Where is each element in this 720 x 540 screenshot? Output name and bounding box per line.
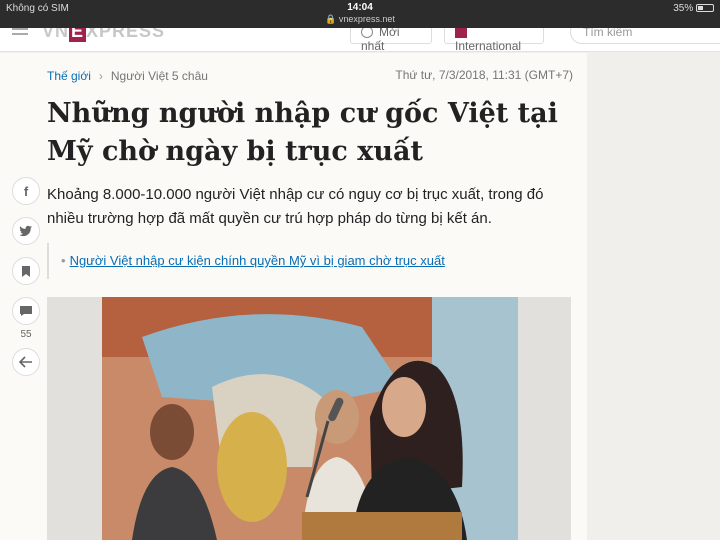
site-logo[interactable]: VN E XPRESS	[42, 28, 165, 42]
photo-illustration	[102, 297, 518, 540]
bullet: •	[61, 253, 66, 268]
article-panel: Thế giới › Người Việt 5 châu Thứ tư, 7/3/2…	[0, 53, 587, 540]
lock-icon: 🔒	[325, 14, 337, 24]
international-logo-icon	[455, 28, 467, 38]
top-navigation: VN E XPRESS Mới nhất International Tìm kiế…	[0, 28, 720, 52]
url-text: vnexpress.net	[338, 14, 395, 24]
twitter-icon[interactable]	[12, 217, 40, 245]
clock-icon	[361, 28, 373, 38]
related-article: • Người Việt nhập cư kiện chính quyền Mỹ …	[47, 243, 567, 279]
search-input[interactable]: Tìm kiếm	[570, 28, 720, 44]
latest-news-button[interactable]: Mới nhất	[350, 28, 432, 51]
social-share-bar: f 55	[12, 177, 40, 388]
breadcrumb: Thế giới › Người Việt 5 châu	[47, 69, 208, 83]
battery-percent: 35%	[673, 3, 694, 14]
battery-status: 35%	[673, 3, 714, 14]
url-bar[interactable]: 🔒 vnexpress.net	[0, 14, 720, 25]
back-arrow-icon[interactable]	[12, 348, 40, 376]
international-label: International	[455, 39, 522, 52]
comment-icon[interactable]	[12, 297, 40, 325]
comments-count: 55	[20, 329, 32, 340]
bookmark-icon[interactable]	[12, 257, 40, 285]
clock: 14:04	[347, 2, 373, 13]
battery-icon	[696, 4, 714, 13]
article-photo[interactable]	[47, 297, 571, 540]
hamburger-menu-icon[interactable]	[12, 28, 28, 38]
breadcrumb-category[interactable]: Thế giới	[47, 69, 91, 83]
article-lead: Khoảng 8.000-10.000 người Việt nhập cư c…	[47, 186, 544, 227]
international-button[interactable]: International	[444, 28, 544, 51]
related-article-link[interactable]: Người Việt nhập cư kiện chính quyền Mỹ v…	[70, 253, 445, 268]
status-bar: Không có SIM 14:04 🔒 vnexpress.net 35%	[0, 0, 720, 28]
publish-date: Thứ tư, 7/3/2018, 11:31 (GMT+7)	[395, 68, 573, 82]
breadcrumb-subcategory[interactable]: Người Việt 5 châu	[111, 69, 208, 83]
article-title: Những người nhập cư gốc Việt tại Mỹ chờ …	[47, 98, 558, 167]
facebook-icon[interactable]: f	[12, 177, 40, 205]
chevron-right-icon: ›	[98, 69, 103, 83]
right-sidebar	[587, 53, 720, 540]
